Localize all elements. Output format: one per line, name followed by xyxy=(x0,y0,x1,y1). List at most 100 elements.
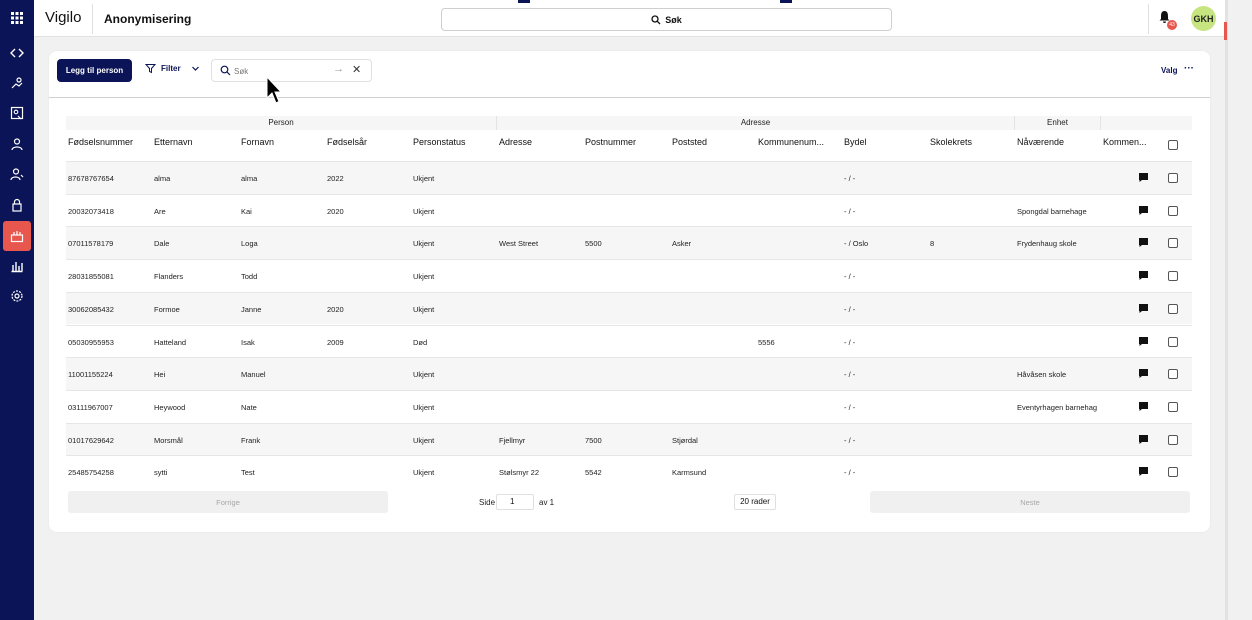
cell-etternavn: Flanders xyxy=(154,272,184,282)
group-header-adresse: Adresse xyxy=(497,116,1014,130)
rows-per-page-select[interactable]: 20 rader xyxy=(734,494,776,510)
table-row[interactable]: 25485754258 sytti Test Ukjent Stølsmyr 22 554… xyxy=(66,455,1192,488)
cell-fodselsnummer: 03111967007 xyxy=(68,402,113,412)
table-row[interactable]: 87678767654 alma alma 2022 Ukjent - / - xyxy=(66,161,1192,194)
select-all-checkbox[interactable] xyxy=(1168,140,1178,150)
apps-grid-icon[interactable] xyxy=(0,3,34,33)
row-checkbox[interactable] xyxy=(1168,303,1178,314)
divider xyxy=(49,97,1210,98)
add-person-button[interactable]: Legg til person xyxy=(57,59,132,82)
table-row[interactable]: 11001155224 Hei Manuel Ukjent - / - Håvåsen s… xyxy=(66,357,1192,390)
valg-button[interactable]: Valg xyxy=(1161,66,1177,75)
row-checkbox[interactable] xyxy=(1168,467,1178,478)
lock-icon[interactable] xyxy=(0,190,34,220)
column-header-kommunenummer[interactable]: Kommunenum... xyxy=(758,137,834,147)
table-row[interactable]: 01017629642 Morsmål Frank Ukjent Fjellmyr 750… xyxy=(66,422,1192,456)
notification-badge: 43 xyxy=(1167,20,1177,30)
search-input[interactable] xyxy=(234,64,334,78)
cell-fornavn: Loga xyxy=(241,239,258,249)
table-row[interactable]: 28031855081 Flanders Todd Ukjent - / - xyxy=(66,259,1192,292)
cell-fodselsnummer: 05030955953 xyxy=(68,337,114,347)
column-header-navaerende[interactable]: Nåværende xyxy=(1017,137,1099,147)
column-header-kommentar[interactable]: Kommen... xyxy=(1103,137,1161,147)
comment-icon[interactable] xyxy=(1138,172,1149,183)
row-checkbox[interactable] xyxy=(1168,336,1178,347)
cell-etternavn: alma xyxy=(154,174,171,183)
table-row[interactable]: 20032073418 Are Kai 2020 Ukjent - / - Spongdal… xyxy=(66,193,1192,227)
cell-personstatus: Ukjent xyxy=(413,174,435,183)
cell-etternavn: Hei xyxy=(154,370,166,380)
column-header-fornavn[interactable]: Fornavn xyxy=(241,137,323,147)
person-outline-icon[interactable] xyxy=(0,159,34,189)
cell-etternavn: Hatteland xyxy=(154,337,187,347)
bar-chart-icon[interactable] xyxy=(0,251,34,281)
column-header-fodselsnummer[interactable]: Fødselsnummer xyxy=(68,137,150,147)
comment-icon[interactable] xyxy=(1138,237,1149,248)
global-search-button[interactable]: Søk xyxy=(441,8,892,31)
column-header-personstatus[interactable]: Personstatus xyxy=(413,137,495,147)
cell-fornavn: Test xyxy=(241,468,255,478)
previous-page-button[interactable]: Forrige xyxy=(68,491,388,513)
brand-logo[interactable]: Vigilo xyxy=(45,9,81,26)
people-route-icon[interactable] xyxy=(0,68,34,98)
comment-icon[interactable] xyxy=(1138,434,1149,445)
chevron-down-icon xyxy=(191,66,199,71)
comment-icon[interactable] xyxy=(1138,336,1149,347)
code-icon[interactable] xyxy=(0,38,34,68)
table-row[interactable]: 05030955953 Hatteland Isak 2009 Død 5556 - / - xyxy=(66,324,1192,358)
contact-card-icon[interactable] xyxy=(0,98,34,128)
column-header-fodselsar[interactable]: Fødselsår xyxy=(327,137,409,147)
comment-icon[interactable] xyxy=(1138,303,1149,314)
column-header-skolekrets[interactable]: Skolekrets xyxy=(930,137,1012,147)
cell-fornavn: Manuel xyxy=(241,370,266,380)
cell-bydel: - / - xyxy=(844,435,856,445)
cell-fodselsnummer: 87678767654 xyxy=(68,174,114,183)
filter-label: Filter xyxy=(161,64,181,73)
cell-fodselsnummer: 25485754258 xyxy=(68,468,114,478)
cell-bydel: - / - xyxy=(844,206,856,216)
table-row[interactable]: 03111967007 Heywood Nate Ukjent - / - Eventyr… xyxy=(66,389,1192,423)
avatar[interactable]: GKH xyxy=(1191,6,1216,31)
search-icon xyxy=(651,14,661,24)
side-navigation xyxy=(0,0,34,620)
cell-fodselsar: 2009 xyxy=(327,337,344,347)
table-row[interactable]: 07011578179 Dale Loga Ukjent West Street 5500… xyxy=(66,226,1192,260)
comment-icon[interactable] xyxy=(1138,270,1149,281)
row-checkbox[interactable] xyxy=(1168,271,1178,282)
arrow-right-icon[interactable]: → xyxy=(333,63,344,75)
notifications-button[interactable]: 43 xyxy=(1158,10,1177,30)
column-header-etternavn[interactable]: Etternavn xyxy=(154,137,236,147)
row-checkbox[interactable] xyxy=(1168,369,1178,380)
close-icon[interactable]: ✕ xyxy=(352,63,361,76)
more-options-icon[interactable]: ··· xyxy=(1184,63,1194,74)
comment-icon[interactable] xyxy=(1138,205,1149,216)
row-checkbox[interactable] xyxy=(1168,401,1178,412)
cell-bydel: - / - xyxy=(844,174,856,183)
comment-icon[interactable] xyxy=(1138,466,1149,477)
filter-icon xyxy=(145,64,156,74)
page-number-input[interactable]: 1 xyxy=(496,494,534,510)
column-header-poststed[interactable]: Poststed xyxy=(672,137,754,147)
cell-bydel: - / - xyxy=(844,337,856,347)
column-header-adresse[interactable]: Adresse xyxy=(499,137,581,147)
cell-fodselsnummer: 01017629642 xyxy=(68,435,114,445)
column-group-row: Person Adresse Enhet xyxy=(66,116,1192,130)
comment-icon[interactable] xyxy=(1138,401,1149,412)
row-checkbox[interactable] xyxy=(1168,238,1178,249)
settings-icon[interactable] xyxy=(0,281,34,311)
table-row[interactable]: 30062085432 Formoe Janne 2020 Ukjent - / - xyxy=(66,291,1192,325)
person-icon[interactable] xyxy=(0,129,34,159)
column-header-postnummer[interactable]: Postnummer xyxy=(585,137,667,147)
next-page-button[interactable]: Neste xyxy=(870,491,1190,513)
row-checkbox[interactable] xyxy=(1168,434,1178,445)
cell-postnummer: 5500 xyxy=(585,239,602,249)
row-checkbox[interactable] xyxy=(1168,173,1178,183)
row-checkbox[interactable] xyxy=(1168,205,1178,216)
scroll-edge xyxy=(1225,0,1228,620)
comment-icon[interactable] xyxy=(1138,368,1149,379)
pagination: Forrige Side 1 av 1 20 rader Neste xyxy=(66,491,1192,515)
cell-personstatus: Ukjent xyxy=(413,370,435,380)
anonymize-icon[interactable] xyxy=(3,221,31,251)
filter-button[interactable]: Filter xyxy=(145,63,201,74)
column-header-bydel[interactable]: Bydel xyxy=(844,137,926,147)
